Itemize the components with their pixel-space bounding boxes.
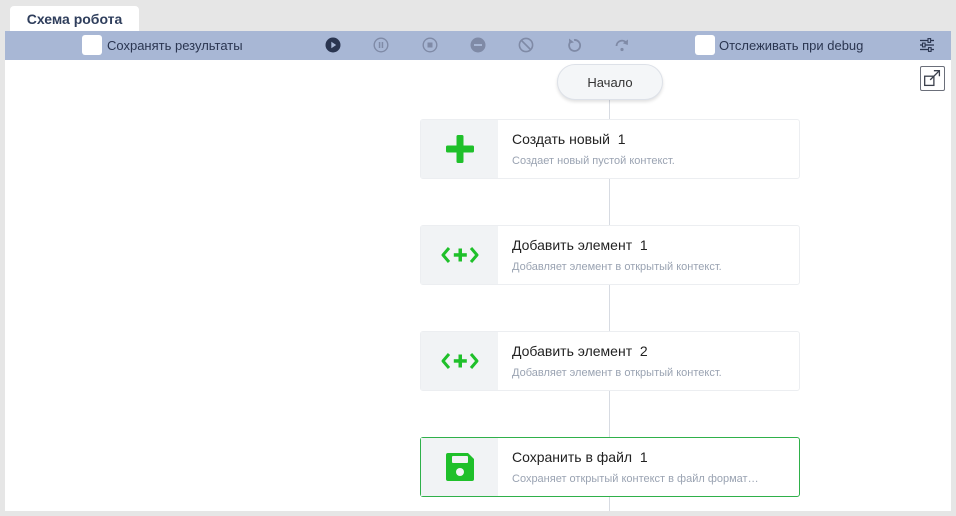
add-element-icon bbox=[441, 247, 478, 263]
start-node[interactable]: Начало bbox=[557, 64, 663, 100]
save-results-label: Сохранять результаты bbox=[107, 38, 243, 53]
settings-sliders-icon[interactable] bbox=[919, 37, 935, 53]
add-element-icon bbox=[441, 353, 478, 369]
node-icon-box bbox=[421, 120, 498, 178]
flow-canvas[interactable]: Начало Создать новый 1 Создает новый пус… bbox=[5, 60, 951, 511]
save-disk-icon bbox=[445, 453, 474, 481]
flow-node-selected[interactable]: Сохранить в файл 1 Сохраняет открытый ко… bbox=[420, 437, 800, 497]
node-title: Добавить элемент 1 bbox=[512, 237, 648, 253]
robot-scheme-panel: Сохранять результаты Отслеживать при deb… bbox=[5, 31, 951, 511]
start-label: Начало bbox=[587, 74, 633, 90]
track-debug-checkbox[interactable] bbox=[695, 35, 715, 55]
node-title: Сохранить в файл 1 bbox=[512, 449, 648, 465]
node-icon-box bbox=[421, 332, 498, 390]
save-results-checkbox[interactable] bbox=[82, 35, 102, 55]
track-debug-label: Отслеживать при debug bbox=[719, 38, 864, 53]
node-icon-box bbox=[421, 226, 498, 284]
flow-node[interactable]: Создать новый 1 Создает новый пустой кон… bbox=[420, 119, 800, 179]
flow-node[interactable]: Добавить элемент 2 Добавляет элемент в о… bbox=[420, 331, 800, 391]
node-description: Добавляет элемент в открытый контекст. bbox=[512, 261, 722, 273]
node-title: Создать новый 1 bbox=[512, 131, 626, 147]
redo-icon[interactable] bbox=[614, 37, 630, 53]
node-title: Добавить элемент 2 bbox=[512, 343, 648, 359]
flow-node[interactable]: Добавить элемент 1 Добавляет элемент в о… bbox=[420, 225, 800, 285]
toolbar: Сохранять результаты Отслеживать при deb… bbox=[5, 31, 951, 60]
tab-robot-scheme[interactable]: Схема робота bbox=[10, 6, 139, 31]
node-description: Добавляет элемент в открытый контекст. bbox=[512, 367, 722, 379]
node-description: Сохраняет открытый контекст в файл форма… bbox=[512, 473, 759, 485]
stop-icon[interactable] bbox=[422, 37, 438, 53]
play-icon[interactable] bbox=[325, 37, 341, 53]
node-description: Создает новый пустой контекст. bbox=[512, 155, 675, 167]
expand-icon[interactable] bbox=[920, 66, 945, 91]
minus-circle-icon[interactable] bbox=[470, 37, 486, 53]
pause-icon[interactable] bbox=[373, 37, 389, 53]
undo-icon[interactable] bbox=[566, 37, 582, 53]
node-icon-box bbox=[421, 438, 498, 496]
block-icon[interactable] bbox=[518, 37, 534, 53]
tab-label: Схема робота bbox=[26, 10, 123, 27]
plus-icon bbox=[445, 135, 474, 163]
